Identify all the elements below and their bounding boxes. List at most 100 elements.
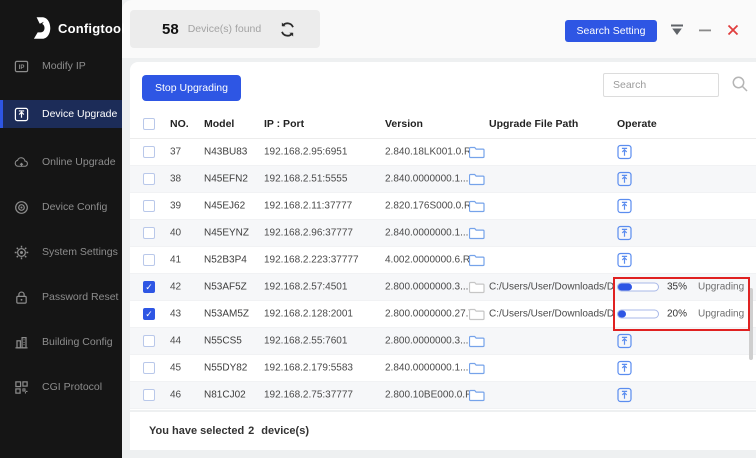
browse-folder-icon[interactable] bbox=[469, 281, 485, 294]
app-title: Configtool bbox=[58, 20, 125, 36]
row-ip-port: 192.168.2.223:37777 bbox=[264, 254, 359, 266]
sidebar-item-building-config[interactable]: Building Config bbox=[0, 328, 122, 356]
row-checkbox[interactable] bbox=[143, 362, 155, 374]
row-checkbox[interactable] bbox=[143, 146, 155, 158]
row-operate bbox=[617, 360, 632, 376]
select-all-checkbox[interactable] bbox=[143, 118, 155, 130]
upgrade-device-icon[interactable] bbox=[617, 198, 632, 214]
sidebar-item-device-upgrade[interactable]: Device Upgrade bbox=[0, 100, 122, 128]
row-operate bbox=[617, 333, 632, 349]
sidebar-item-modify-ip[interactable]: IP Modify IP bbox=[0, 52, 122, 80]
browse-folder-icon[interactable] bbox=[469, 146, 485, 159]
row-version: 2.820.176S000.0.R bbox=[385, 200, 472, 212]
sidebar-item-online-upgrade[interactable]: Online Upgrade bbox=[0, 148, 122, 176]
search-icon[interactable] bbox=[731, 75, 749, 93]
row-checkbox[interactable] bbox=[143, 389, 155, 401]
row-ip-port: 192.168.2.128:2001 bbox=[264, 308, 353, 320]
table-body: 37 N43BU83 192.168.2.95:6951 2.840.18LK001.… bbox=[130, 139, 756, 409]
dahua-logo-icon bbox=[33, 17, 51, 39]
device-row: 41 N52B3P4 192.168.2.223:37777 4.002.000000… bbox=[130, 247, 756, 274]
sidebar-item-password-reset[interactable]: Password Reset bbox=[0, 283, 122, 311]
device-row: 44 N55CS5 192.168.2.55:7601 2.800.0000000.3… bbox=[130, 328, 756, 355]
refresh-icon[interactable] bbox=[279, 21, 296, 38]
browse-folder-icon[interactable] bbox=[469, 362, 485, 375]
row-no: 39 bbox=[170, 200, 182, 212]
minimize-button[interactable] bbox=[698, 24, 712, 36]
row-checkbox[interactable]: ✓ bbox=[143, 308, 155, 320]
device-row: 40 N45EYNZ 192.168.2.96:37777 2.840.0000000… bbox=[130, 220, 756, 247]
upgrade-device-icon[interactable] bbox=[617, 225, 632, 241]
row-version: 2.800.0000000.27.T bbox=[385, 308, 475, 320]
search-setting-button[interactable]: Search Setting bbox=[565, 20, 657, 42]
upgrade-device-icon[interactable] bbox=[617, 144, 632, 160]
online-upgrade-icon bbox=[14, 155, 29, 170]
progress-percent: 35% bbox=[667, 281, 688, 293]
sidebar-item-label: Online Upgrade bbox=[42, 156, 116, 168]
row-model: N45EFN2 bbox=[204, 173, 248, 185]
row-checkbox[interactable] bbox=[143, 335, 155, 347]
browse-folder-icon[interactable] bbox=[469, 308, 485, 321]
modify-ip-icon: IP bbox=[14, 59, 29, 74]
device-row: 46 N81CJ02 192.168.2.75:37777 2.800.10BE000… bbox=[130, 382, 756, 409]
topbar: 58 Device(s) found Search Setting bbox=[122, 0, 756, 58]
row-model: N43BU83 bbox=[204, 146, 248, 158]
building-config-icon bbox=[14, 335, 29, 350]
table-header: NO. Model IP : Port Version Upgrade File… bbox=[130, 110, 756, 139]
sidebar-item-system-settings[interactable]: System Settings bbox=[0, 238, 122, 266]
row-ip-port: 192.168.2.75:37777 bbox=[264, 389, 353, 401]
row-no: 43 bbox=[170, 308, 182, 320]
row-version: 2.840.18LK001.0.R bbox=[385, 146, 472, 158]
upgrade-device-icon[interactable] bbox=[617, 252, 632, 268]
row-operate: 20% Upgrading bbox=[617, 309, 744, 320]
browse-folder-icon[interactable] bbox=[469, 254, 485, 267]
row-ip-port: 192.168.2.179:5583 bbox=[264, 362, 353, 374]
close-button[interactable] bbox=[726, 24, 740, 36]
browse-folder-icon[interactable] bbox=[469, 389, 485, 402]
col-model: Model bbox=[204, 118, 235, 130]
upgrade-device-icon[interactable] bbox=[617, 387, 632, 403]
sidebar: Configtool IP Modify IP Device Upgrade Onli… bbox=[0, 0, 125, 458]
col-no: NO. bbox=[170, 118, 189, 130]
browse-folder-icon[interactable] bbox=[469, 227, 485, 240]
col-operate: Operate bbox=[617, 118, 657, 130]
row-version: 2.840.0000000.1... bbox=[385, 227, 469, 239]
col-upgrade-file-path: Upgrade File Path bbox=[489, 118, 579, 130]
upgrade-device-icon[interactable] bbox=[617, 360, 632, 376]
sidebar-item-cgi-protocol[interactable]: CGI Protocol bbox=[0, 373, 122, 401]
upgrade-device-icon[interactable] bbox=[617, 333, 632, 349]
row-ip-port: 192.168.2.57:4501 bbox=[264, 281, 348, 293]
device-row: 45 N55DY82 192.168.2.179:5583 2.840.0000000… bbox=[130, 355, 756, 382]
row-checkbox[interactable] bbox=[143, 173, 155, 185]
scrollbar-thumb[interactable] bbox=[749, 288, 753, 360]
browse-folder-icon[interactable] bbox=[469, 335, 485, 348]
collapse-panel-icon[interactable] bbox=[670, 24, 684, 36]
sidebar-item-label: Device Config bbox=[42, 201, 108, 213]
progress-percent: 20% bbox=[667, 308, 688, 320]
row-model: N45EJ62 bbox=[204, 200, 246, 212]
row-model: N55CS5 bbox=[204, 335, 242, 347]
row-no: 42 bbox=[170, 281, 182, 293]
row-model: N81CJ02 bbox=[204, 389, 246, 401]
row-checkbox[interactable] bbox=[143, 200, 155, 212]
device-row: ✓ 43 N53AM5Z 192.168.2.128:2001 2.800.000000… bbox=[130, 301, 756, 328]
device-row: ✓ 42 N53AF5Z 192.168.2.57:4501 2.800.0000000… bbox=[130, 274, 756, 301]
upgrade-device-icon[interactable] bbox=[617, 171, 632, 187]
sidebar-item-device-config[interactable]: Device Config bbox=[0, 193, 122, 221]
configtool-window: Configtool IP Modify IP Device Upgrade Onli… bbox=[0, 0, 756, 458]
system-settings-icon bbox=[14, 245, 29, 260]
browse-folder-icon[interactable] bbox=[469, 173, 485, 186]
progress-status: Upgrading bbox=[698, 281, 745, 293]
row-checkbox[interactable]: ✓ bbox=[143, 281, 155, 293]
row-checkbox[interactable] bbox=[143, 227, 155, 239]
row-no: 44 bbox=[170, 335, 182, 347]
row-operate bbox=[617, 144, 632, 160]
device-config-icon bbox=[14, 200, 29, 215]
row-operate bbox=[617, 252, 632, 268]
row-model: N53AM5Z bbox=[204, 308, 250, 320]
browse-folder-icon[interactable] bbox=[469, 200, 485, 213]
search-input[interactable] bbox=[603, 73, 719, 97]
row-checkbox[interactable] bbox=[143, 254, 155, 266]
stop-upgrading-button[interactable]: Stop Upgrading bbox=[142, 75, 241, 101]
row-no: 41 bbox=[170, 254, 182, 266]
row-file-path: C:/Users/User/Downloads/DH... bbox=[489, 308, 613, 320]
